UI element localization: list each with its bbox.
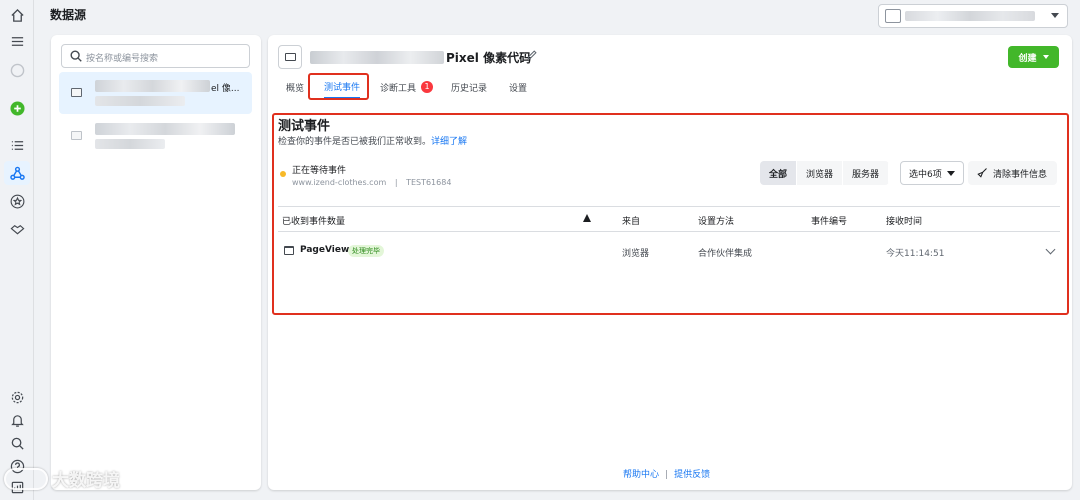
settings-gear-icon[interactable] — [8, 388, 26, 406]
menu-icon[interactable] — [8, 32, 26, 50]
tab-diagnostics[interactable]: 诊断工具 1 — [380, 75, 434, 99]
account-icon — [885, 9, 901, 23]
pixel-icon — [71, 131, 82, 140]
filter-server[interactable]: 服务器 — [843, 161, 890, 185]
page-title: 数据源 — [50, 8, 87, 22]
feedback-link[interactable]: 提供反馈 — [674, 470, 710, 480]
test-url: www.izend-clothes.com — [292, 178, 387, 187]
top-bar: 数据源 — [34, 0, 1080, 30]
tab-overview[interactable]: 概览 — [286, 75, 304, 99]
pixel-icon — [278, 45, 302, 69]
filter-all[interactable]: 全部 — [760, 161, 798, 185]
data-sources-icon[interactable] — [4, 161, 30, 185]
chevron-down-icon — [947, 170, 955, 176]
col-event-id: 事件编号 — [811, 217, 848, 227]
item-name-redacted — [95, 123, 235, 135]
edit-pencil-icon[interactable] — [526, 49, 538, 61]
pending-status-dot — [280, 171, 286, 177]
test-code: TEST61684 — [406, 178, 452, 187]
create-button-label: 创建 — [1018, 53, 1037, 64]
create-button[interactable]: 创建 — [1008, 46, 1059, 68]
diagnostics-count-badge: 1 — [421, 81, 434, 93]
event-setup-method: 合作伙伴集成 — [698, 249, 753, 259]
browser-window-icon — [284, 246, 294, 255]
left-nav-rail — [0, 0, 34, 500]
search-input[interactable]: 按名称或编号搜索 — [61, 44, 250, 68]
col-received-time: 接收时间 — [886, 217, 923, 227]
watermark-logo — [4, 467, 48, 490]
status-badge: 处理完毕 — [348, 245, 384, 257]
watermark-text: 大数跨境 — [52, 471, 120, 491]
clear-events-label: 清除事件信息 — [993, 169, 1048, 180]
dropdown-value: 选中6项 — [909, 169, 942, 180]
col-source: 来自 — [622, 217, 641, 227]
source-filter: 全部 浏览器 服务器 — [760, 161, 890, 185]
event-source: 浏览器 — [622, 249, 650, 259]
pixel-detail-panel: Pixel 像素代码 创建 概览 测试事件 诊断工具 1 历史记录 设置 测试事… — [268, 35, 1072, 490]
list-item-selected[interactable]: el 像... — [59, 72, 252, 114]
search-icon[interactable] — [8, 434, 26, 452]
event-received-time: 今天11:14:51 — [886, 249, 945, 259]
search-icon — [70, 50, 82, 62]
tab-diagnostics-label: 诊断工具 — [380, 83, 417, 94]
filter-browser[interactable]: 浏览器 — [797, 161, 844, 185]
tab-settings[interactable]: 设置 — [509, 75, 527, 99]
event-type-dropdown[interactable]: 选中6项 — [900, 161, 964, 185]
handshake-icon[interactable] — [8, 220, 26, 238]
chevron-down-icon — [1051, 13, 1059, 18]
chevron-down-icon — [1042, 55, 1049, 59]
test-events-section: 测试事件 检查你的事件是否已被我们正常收到。详细了解 正在等待事件 www.iz… — [272, 113, 1069, 315]
list-item[interactable] — [59, 115, 252, 157]
table-row[interactable]: PageView 处理完毕 浏览器 合作伙伴集成 今天11:14:51 — [278, 240, 1060, 264]
item-id-redacted — [95, 96, 185, 106]
watermark: 大数跨境 — [4, 466, 120, 491]
pixel-name: Pixel 像素代码 — [446, 51, 532, 65]
data-source-list-panel: 按名称或编号搜索 el 像... — [51, 35, 261, 490]
clear-events-button[interactable]: 清除事件信息 — [968, 161, 1057, 185]
create-plus-icon[interactable] — [8, 99, 26, 117]
search-placeholder: 按名称或编号搜索 — [86, 54, 159, 64]
pixel-icon — [71, 88, 82, 97]
test-events-tab-highlight — [308, 73, 369, 100]
col-event-count: 已收到事件数量 — [282, 217, 346, 227]
col-setup-method: 设置方法 — [698, 217, 735, 227]
item-name-redacted — [95, 80, 210, 92]
pixel-owner-redacted — [310, 51, 444, 64]
section-title: 测试事件 — [278, 119, 331, 134]
star-circle-icon[interactable] — [8, 192, 26, 210]
chevron-down-icon[interactable] — [1045, 244, 1056, 255]
home-icon[interactable] — [8, 6, 26, 24]
account-selector[interactable] — [878, 4, 1068, 28]
test-source-meta: www.izend-clothes.com | TEST61684 — [292, 178, 452, 187]
learn-more-link[interactable]: 详细了解 — [431, 137, 467, 147]
item-id-redacted — [95, 139, 165, 149]
tab-history[interactable]: 历史记录 — [451, 75, 487, 99]
footer-links: 帮助中心 | 提供反馈 — [623, 470, 711, 480]
waiting-status: 正在等待事件 — [292, 166, 347, 176]
broom-icon — [977, 168, 987, 178]
account-avatar-icon[interactable] — [8, 61, 26, 79]
account-name-redacted — [905, 11, 1035, 21]
section-subtitle: 检查你的事件是否已被我们正常收到。详细了解 — [278, 137, 468, 147]
bell-icon[interactable] — [8, 411, 26, 429]
warning-icon — [583, 214, 591, 222]
list-icon[interactable] — [8, 136, 26, 154]
event-name: PageView — [300, 245, 350, 255]
events-table-header: 已收到事件数量 来自 设置方法 事件编号 接收时间 — [278, 206, 1060, 232]
help-center-link[interactable]: 帮助中心 — [623, 470, 659, 480]
item-name-suffix: el 像... — [211, 84, 240, 94]
